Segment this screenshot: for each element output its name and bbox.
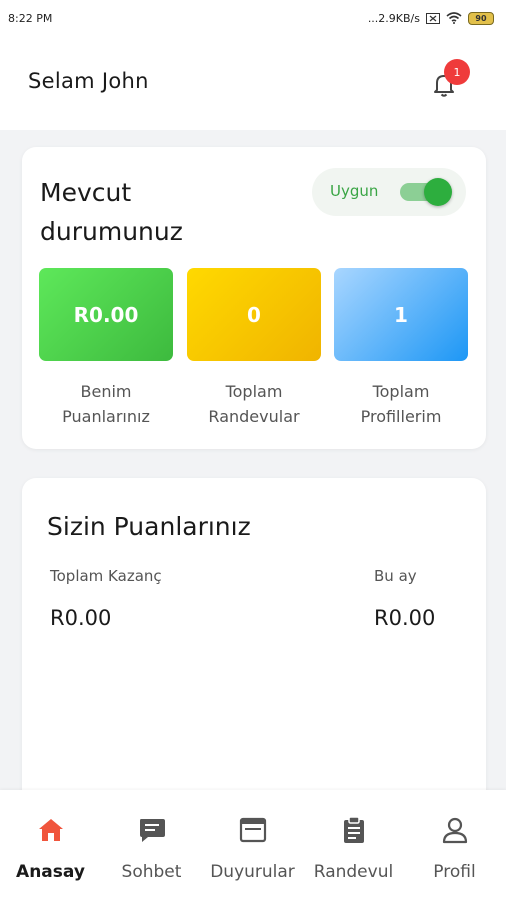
notification-badge: 1: [444, 59, 470, 85]
close-box-icon: [426, 12, 440, 24]
points-card: Sizin Puanlarınız Toplam Kazanç R0.00 Bu…: [22, 478, 486, 818]
total-earnings-value: R0.00: [50, 606, 112, 630]
nav-item-home[interactable]: Anasay: [0, 790, 101, 900]
availability-toggle[interactable]: Uygun: [312, 168, 466, 216]
profiles-tile-value: 1: [394, 302, 408, 327]
nav-label-announcements: Duyurular: [210, 862, 295, 882]
nav-item-announcements[interactable]: Duyurular: [202, 790, 303, 900]
bell-icon: [428, 75, 460, 104]
status-bar: 8:22 PM ...2.9KB/s 90: [0, 0, 506, 36]
bottom-nav: Anasay Sohbet Duyurular Randevul Profil: [0, 790, 506, 900]
toggle-knob[interactable]: [424, 178, 452, 206]
chat-icon: [136, 814, 168, 846]
points-card-title: Sizin Puanlarınız: [47, 512, 251, 541]
appointments-tile-caption: Toplam Randevular: [208, 382, 300, 426]
status-indicators: ...2.9KB/s 90: [367, 11, 494, 25]
this-month-label: Bu ay: [374, 567, 417, 585]
appointments-tile[interactable]: 0: [187, 268, 321, 361]
nav-label-chat: Sohbet: [121, 862, 182, 882]
announcements-icon: [237, 814, 269, 846]
profile-icon: [439, 814, 471, 846]
notifications-button[interactable]: 1: [428, 59, 470, 100]
nav-label-appointments: Randevul: [313, 862, 394, 882]
home-icon: [35, 814, 67, 846]
points-tile[interactable]: R0.00: [39, 268, 173, 361]
points-tile-value: R0.00: [73, 302, 139, 327]
app-header: Selam John 1: [0, 36, 506, 130]
availability-label: Uygun: [330, 182, 379, 200]
nav-item-appointments[interactable]: Randevul: [303, 790, 404, 900]
status-time: 8:22 PM: [8, 11, 53, 25]
network-speed: ...2.9KB/s: [367, 11, 420, 25]
this-month-value: R0.00: [374, 606, 436, 630]
status-card-title: Mevcut durumunuz: [40, 178, 183, 246]
clipboard-icon: [338, 814, 370, 846]
total-earnings-label: Toplam Kazanç: [50, 567, 162, 585]
battery-icon: 90: [468, 11, 494, 25]
profiles-tile[interactable]: 1: [334, 268, 468, 361]
nav-item-profile[interactable]: Profil: [404, 790, 505, 900]
nav-item-chat[interactable]: Sohbet: [101, 790, 202, 900]
status-card: Mevcut durumunuz Uygun R0.00 0 1 Benim P…: [22, 147, 486, 449]
greeting-title: Selam John: [28, 69, 149, 93]
appointments-tile-value: 0: [247, 302, 261, 327]
nav-label-home: Anasay: [16, 862, 85, 882]
profiles-tile-caption: Toplam Profillerim: [360, 382, 442, 426]
wifi-icon: [446, 12, 462, 24]
points-tile-caption: Benim Puanlarınız: [62, 382, 150, 426]
nav-label-profile: Profil: [433, 862, 476, 882]
battery-level: 90: [475, 13, 487, 23]
